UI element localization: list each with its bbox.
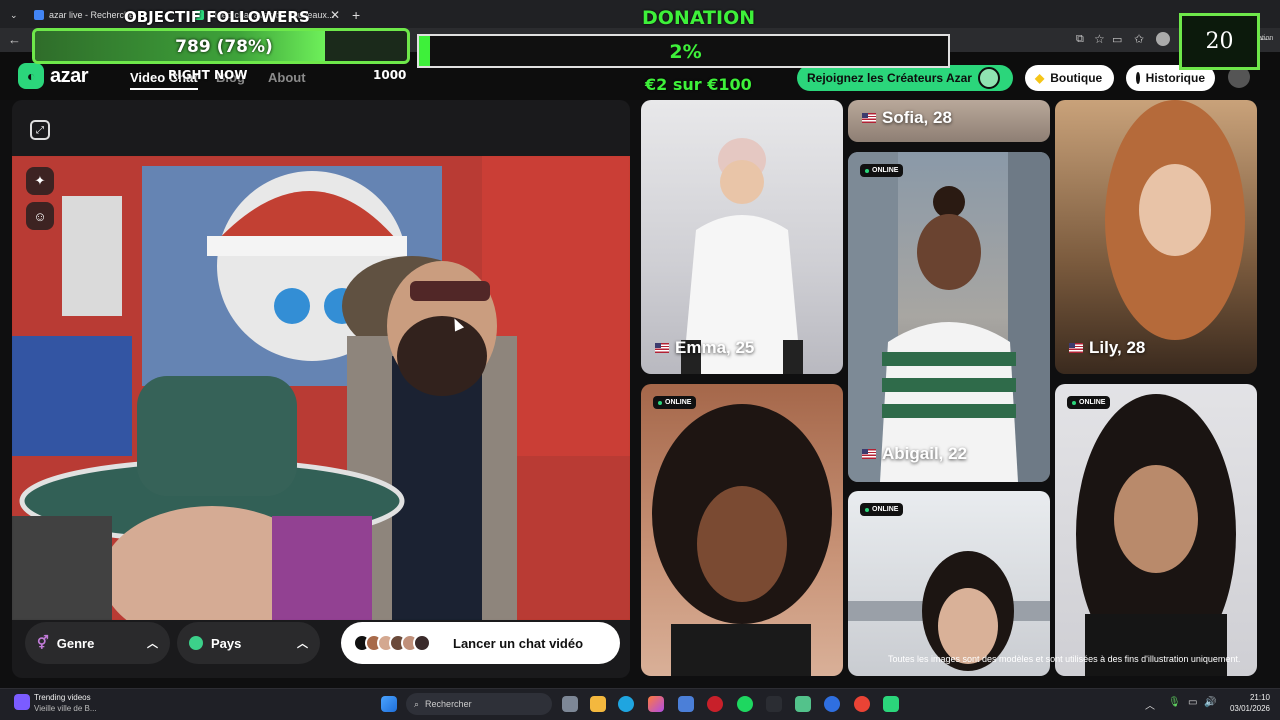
file-explorer-icon[interactable] — [590, 696, 606, 712]
us-flag-icon — [655, 343, 669, 353]
followers-value: 789 (78%) — [175, 37, 273, 57]
favorites-icon[interactable]: ✩ — [1134, 32, 1144, 46]
counter-value: 20 — [1205, 29, 1234, 54]
profile-photo — [681, 138, 803, 374]
profile-name: Sofia, 28 — [862, 108, 952, 128]
new-tab-icon[interactable]: + — [352, 4, 360, 26]
profile-card[interactable]: ONLINE — [641, 384, 843, 676]
donation-percent: 2% — [669, 41, 702, 63]
microphone-icon[interactable]: 🎙 — [1168, 697, 1181, 708]
join-creators-button[interactable]: Rejoignez les Créateurs Azar — [797, 65, 1013, 91]
counter-box: 20 — [1179, 13, 1260, 70]
camera-icon[interactable]: ▭ — [1112, 33, 1122, 46]
us-flag-icon — [862, 449, 876, 459]
online-dot-icon — [865, 507, 869, 512]
us-flag-icon — [862, 113, 876, 123]
obs-icon[interactable] — [707, 696, 723, 712]
close-tab-icon[interactable]: ✕ — [330, 4, 340, 26]
profile-card[interactable]: Sofia, 28 — [848, 100, 1050, 142]
online-dot-icon — [658, 400, 662, 405]
network-icon[interactable]: ▭ — [1188, 697, 1197, 708]
chrome-icon[interactable] — [854, 696, 870, 712]
expand-icon[interactable]: ⤢ — [30, 120, 50, 140]
profile-name: Emma, 25 — [655, 338, 754, 358]
online-badge: ONLINE — [860, 164, 904, 177]
clock-time[interactable]: 21:10 — [1242, 693, 1270, 702]
gender-icon: ⚥ — [37, 635, 49, 650]
app-c-icon[interactable] — [824, 696, 840, 712]
donation-amount: €2 sur €100 — [645, 75, 752, 94]
more-menu-icon[interactable]: ⋯ — [1260, 32, 1272, 46]
edge-icon[interactable] — [618, 696, 634, 712]
windows-taskbar — [0, 688, 1280, 720]
profile-photo — [848, 551, 1050, 671]
profile-card[interactable]: ONLINE — [1055, 384, 1257, 676]
copilot-icon[interactable] — [648, 696, 664, 712]
online-badge: ONLINE — [1067, 396, 1111, 409]
news-widget-subtitle: Vieille ville de B... — [34, 704, 97, 713]
clock-icon — [1136, 72, 1140, 84]
profile-name: Lily, 28 — [1069, 338, 1145, 358]
profile-card[interactable]: ONLINE Abigail, 22 — [848, 152, 1050, 482]
globe-icon — [189, 636, 203, 650]
online-badge: ONLINE — [860, 503, 904, 516]
profile-photo — [1105, 100, 1245, 340]
donation-title: DONATION — [642, 7, 756, 29]
taskbar-search-input[interactable]: ⌕ Rechercher — [406, 693, 552, 715]
avatar-stack — [353, 634, 431, 652]
country-filter-button[interactable]: Pays ︿ — [177, 622, 320, 664]
xbox-icon[interactable] — [766, 696, 782, 712]
right-now-label: RIGHT NOW — [168, 68, 248, 82]
app-icon[interactable] — [795, 696, 811, 712]
azar-logo-icon: ◐ — [18, 63, 44, 89]
azar-logo[interactable]: ◐ azar — [18, 63, 89, 89]
followers-goal-title: OBJECTIF FOLLOWERS — [124, 8, 310, 26]
clock-date[interactable]: 03/01/2026 — [1226, 704, 1270, 713]
task-view-icon[interactable] — [562, 696, 578, 712]
store-icon[interactable] — [678, 696, 694, 712]
followers-progress-bar: 789 (78%) — [32, 28, 410, 64]
profile-photo — [652, 404, 832, 676]
profile-name: Abigail, 22 — [862, 444, 967, 464]
profile-photo — [848, 152, 1050, 482]
start-video-chat-button[interactable]: Lancer un chat vidéo — [341, 622, 620, 664]
profile-card[interactable]: Emma, 25 — [641, 100, 843, 374]
spotify-icon[interactable] — [737, 696, 753, 712]
azar-taskbar-icon[interactable] — [883, 696, 899, 712]
online-badge: ONLINE — [653, 396, 697, 409]
search-icon: ⌕ — [414, 698, 420, 709]
sticker-icon[interactable]: ☺ — [26, 202, 54, 230]
tray-chevron-icon[interactable]: ︿ — [1145, 697, 1155, 712]
profile-photo — [1076, 394, 1236, 676]
right-now-value: 1000 — [373, 68, 407, 82]
profile-avatar-icon[interactable] — [1156, 32, 1170, 46]
us-flag-icon — [1069, 343, 1083, 353]
gender-filter-button[interactable]: ⚥ Genre ︿ — [25, 622, 170, 664]
nav-about[interactable]: About — [268, 70, 306, 85]
news-widget-icon[interactable] — [14, 694, 30, 710]
chevron-up-icon: ︿ — [297, 638, 308, 650]
tab-menu-icon[interactable]: ⌄ — [10, 4, 18, 26]
diamond-icon: ◆ — [1035, 71, 1045, 85]
webcam-feed — [12, 156, 630, 620]
windows-start-icon[interactable] — [381, 696, 397, 712]
sparkle-effects-icon[interactable]: ✦ — [26, 167, 54, 195]
online-dot-icon — [1072, 400, 1076, 405]
bookmark-icon[interactable]: ☆ — [1094, 32, 1105, 46]
creators-badge-icon — [977, 67, 1000, 89]
profile-card[interactable]: Lily, 28 — [1055, 100, 1257, 374]
avatar — [413, 634, 431, 652]
shop-button[interactable]: ◆ Boutique — [1025, 65, 1114, 91]
profile-card[interactable]: ONLINE — [848, 491, 1050, 676]
illustration-disclaimer: Toutes les images sont des modèles et so… — [888, 654, 1241, 664]
open-tab-icon[interactable]: ⧉ — [1076, 33, 1084, 46]
news-widget-title[interactable]: Trending videos — [34, 693, 91, 702]
chevron-up-icon: ︿ — [147, 638, 158, 650]
back-icon[interactable]: ← — [8, 32, 21, 47]
donation-progress-bar: 2% — [417, 34, 950, 68]
online-dot-icon — [865, 168, 869, 173]
volume-icon[interactable]: 🔊 — [1204, 697, 1216, 708]
search-favicon-icon — [34, 10, 44, 20]
